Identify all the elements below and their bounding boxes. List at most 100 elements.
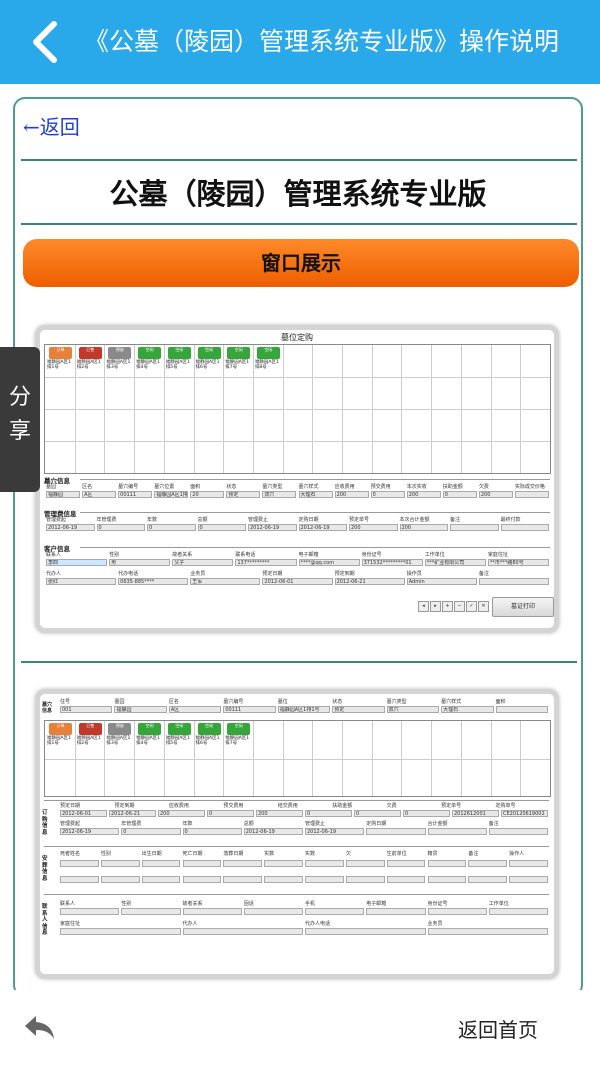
form-field[interactable] xyxy=(141,860,181,867)
form-field[interactable] xyxy=(141,876,181,883)
form-field[interactable] xyxy=(305,876,344,883)
form-field[interactable]: 大理石 xyxy=(298,491,333,498)
form-field[interactable]: A区 xyxy=(82,491,117,498)
form-field[interactable]: 2012-06-19 xyxy=(298,524,347,531)
form-field[interactable]: **市***路80号 xyxy=(487,559,549,566)
form-field[interactable]: 0 xyxy=(197,524,246,531)
form-field[interactable]: 200 xyxy=(334,491,369,498)
delete-record-icon[interactable]: − xyxy=(454,601,465,612)
form-field[interactable] xyxy=(478,578,549,585)
print-certificate-button[interactable]: 墓证打印 xyxy=(492,597,554,617)
form-field[interactable] xyxy=(305,908,365,915)
form-field[interactable]: CE20120619002 xyxy=(501,810,548,817)
form-field[interactable] xyxy=(386,876,426,883)
tomb-tile[interactable]: 预留 福静园A区1排3号 xyxy=(106,347,133,375)
tomb-tile[interactable]: 空闲 福静园A区1排4号 xyxy=(136,723,163,751)
form-field[interactable]: 0 xyxy=(305,810,352,817)
form-field[interactable] xyxy=(500,524,549,531)
form-field[interactable]: 双穴 xyxy=(386,706,440,713)
tomb-tile[interactable]: 空闲 福静园A区1排5号 xyxy=(166,723,193,751)
add-record-icon[interactable]: + xyxy=(442,601,453,612)
form-field[interactable] xyxy=(345,876,385,883)
tomb-tile[interactable]: 空闲 福静园A区1排8号 xyxy=(255,347,282,375)
form-field[interactable]: 0 xyxy=(442,491,477,498)
form-field[interactable]: 200 xyxy=(349,524,398,531)
form-field[interactable] xyxy=(366,828,426,835)
tomb-tile[interactable]: 已售 福静园A区1排2号 xyxy=(77,347,104,375)
reply-back-icon[interactable] xyxy=(22,1013,56,1041)
form-field[interactable] xyxy=(305,860,344,867)
form-field[interactable] xyxy=(264,860,303,867)
form-field[interactable] xyxy=(60,908,120,915)
form-field[interactable]: Admin xyxy=(406,578,477,585)
back-chevron-icon[interactable] xyxy=(26,20,66,64)
form-field[interactable]: 福静园A区1排1号 xyxy=(154,491,189,498)
form-field[interactable]: 2012-06-01 xyxy=(60,810,107,817)
form-field[interactable] xyxy=(305,928,426,935)
back-home-link[interactable]: 返回首页 xyxy=(458,1014,538,1043)
form-field[interactable]: 男 xyxy=(109,559,171,566)
form-field[interactable] xyxy=(100,860,140,867)
form-field[interactable] xyxy=(182,908,242,915)
form-field[interactable] xyxy=(182,876,222,883)
form-field[interactable]: 200 xyxy=(158,810,205,817)
form-field[interactable]: 预定 xyxy=(226,491,261,498)
form-field[interactable]: 2012612001 xyxy=(452,810,499,817)
form-field[interactable]: 大理石 xyxy=(441,706,494,713)
form-field[interactable]: 00111 xyxy=(223,706,276,713)
form-field[interactable]: 双穴 xyxy=(262,491,297,498)
form-field[interactable] xyxy=(60,860,99,867)
form-field[interactable] xyxy=(60,928,181,935)
form-field[interactable]: 0 xyxy=(96,524,145,531)
form-field[interactable] xyxy=(488,908,548,915)
form-field[interactable]: 0 xyxy=(370,491,405,498)
form-field[interactable]: A区 xyxy=(168,706,222,713)
form-field[interactable]: 200 xyxy=(478,491,513,498)
form-field[interactable]: 0 xyxy=(403,810,450,817)
form-field[interactable]: 0 xyxy=(147,524,196,531)
form-field[interactable] xyxy=(427,860,467,867)
tomb-tile[interactable]: 空闲 福静园A区1排5号 xyxy=(166,347,193,375)
form-field[interactable] xyxy=(223,876,263,883)
form-field[interactable] xyxy=(509,876,548,883)
form-field[interactable] xyxy=(182,928,303,935)
form-field[interactable]: 2012-06-19 xyxy=(46,524,95,531)
form-field[interactable] xyxy=(121,908,181,915)
prev-record-icon[interactable]: ▸ xyxy=(430,601,441,612)
form-field[interactable]: 001 xyxy=(60,706,113,713)
tomb-tile[interactable]: 订单 福静园A区1排1号 xyxy=(47,723,74,751)
share-tab[interactable]: 分享 xyxy=(0,347,40,492)
form-field[interactable] xyxy=(427,908,487,915)
form-field[interactable] xyxy=(488,828,548,835)
form-field[interactable] xyxy=(223,860,263,867)
form-field[interactable]: 2012-06-19 xyxy=(248,524,297,531)
cancel-record-icon[interactable]: ✕ xyxy=(478,601,489,612)
tomb-tile[interactable]: 空闲 福静园A区1排6号 xyxy=(196,723,223,751)
return-link[interactable]: ←返回 xyxy=(23,111,80,140)
form-field[interactable] xyxy=(182,860,222,867)
tomb-tile[interactable]: 已售 福静园A区1排2号 xyxy=(77,723,104,751)
tomb-tile[interactable]: 空闲 福静园A区1排4号 xyxy=(136,347,163,375)
form-field[interactable] xyxy=(386,860,426,867)
form-field[interactable]: 王军 xyxy=(190,578,261,585)
form-field[interactable] xyxy=(514,491,549,498)
form-field[interactable] xyxy=(427,828,487,835)
form-field[interactable] xyxy=(345,860,385,867)
form-field[interactable] xyxy=(243,908,303,915)
form-field[interactable]: 预定 xyxy=(332,706,385,713)
form-field[interactable]: 福静园 xyxy=(114,706,167,713)
form-field[interactable]: 00111 xyxy=(118,491,153,498)
form-field[interactable] xyxy=(495,706,548,713)
edit-record-icon[interactable]: ✓ xyxy=(466,601,477,612)
form-field[interactable]: 福静园 xyxy=(46,491,81,498)
form-field[interactable]: 0 xyxy=(121,828,181,835)
tomb-tile[interactable]: 预留 福静园A区1排3号 xyxy=(106,723,133,751)
form-field[interactable] xyxy=(100,876,140,883)
form-field[interactable]: 371532*********01 xyxy=(361,559,423,566)
form-field[interactable] xyxy=(264,876,303,883)
form-field[interactable]: 张红 xyxy=(46,578,117,585)
form-field[interactable]: 2012-06-21 xyxy=(334,578,405,585)
first-record-icon[interactable]: ◂ xyxy=(418,601,429,612)
tomb-tile[interactable]: 空闲 福静园A区1排7号 xyxy=(225,347,252,375)
tomb-tile[interactable]: 空闲 福静园A区1排6号 xyxy=(196,347,223,375)
